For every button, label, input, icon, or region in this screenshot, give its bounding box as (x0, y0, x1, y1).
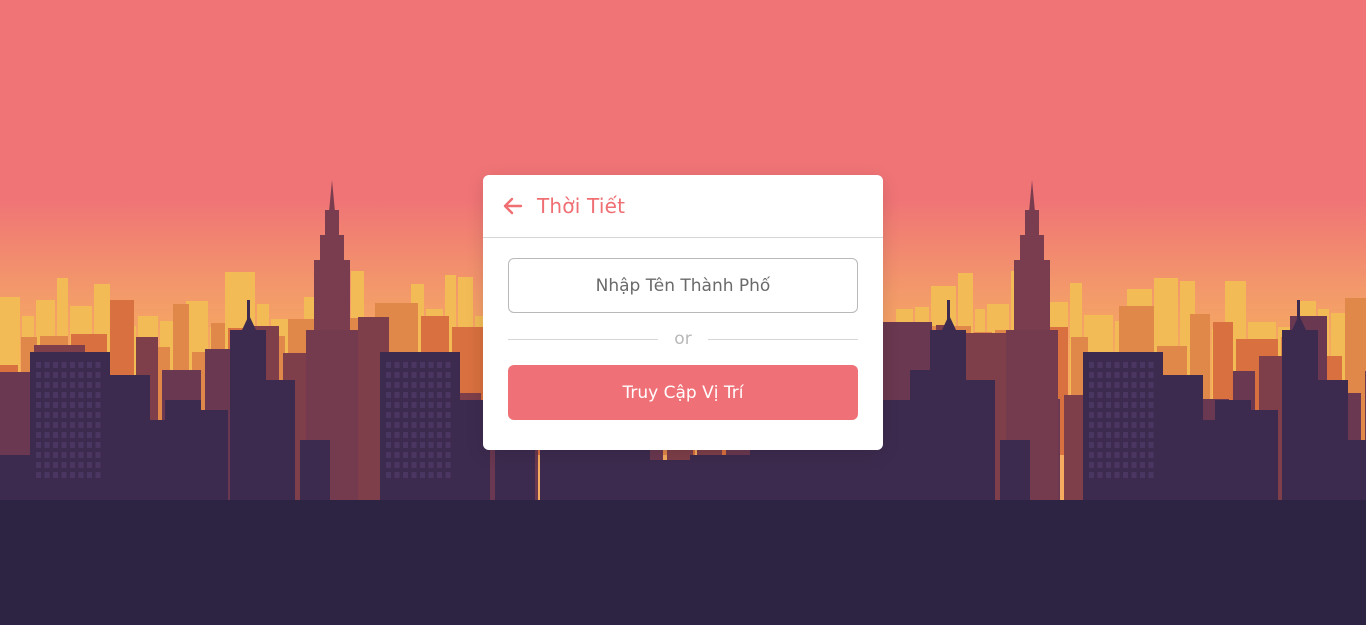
separator-line-right (708, 338, 858, 340)
city-search-input[interactable] (508, 258, 858, 313)
app-title: Thời Tiết (537, 194, 626, 218)
card-body: or Truy Cập Vị Trí (483, 238, 883, 420)
arrow-left-icon[interactable] (502, 195, 524, 217)
access-location-button[interactable]: Truy Cập Vị Trí (508, 365, 858, 420)
card-header: Thời Tiết (483, 175, 883, 238)
or-separator: or (508, 313, 858, 365)
weather-card: Thời Tiết or Truy Cập Vị Trí (483, 175, 883, 450)
separator-line-left (508, 338, 658, 340)
separator-text: or (674, 329, 692, 349)
